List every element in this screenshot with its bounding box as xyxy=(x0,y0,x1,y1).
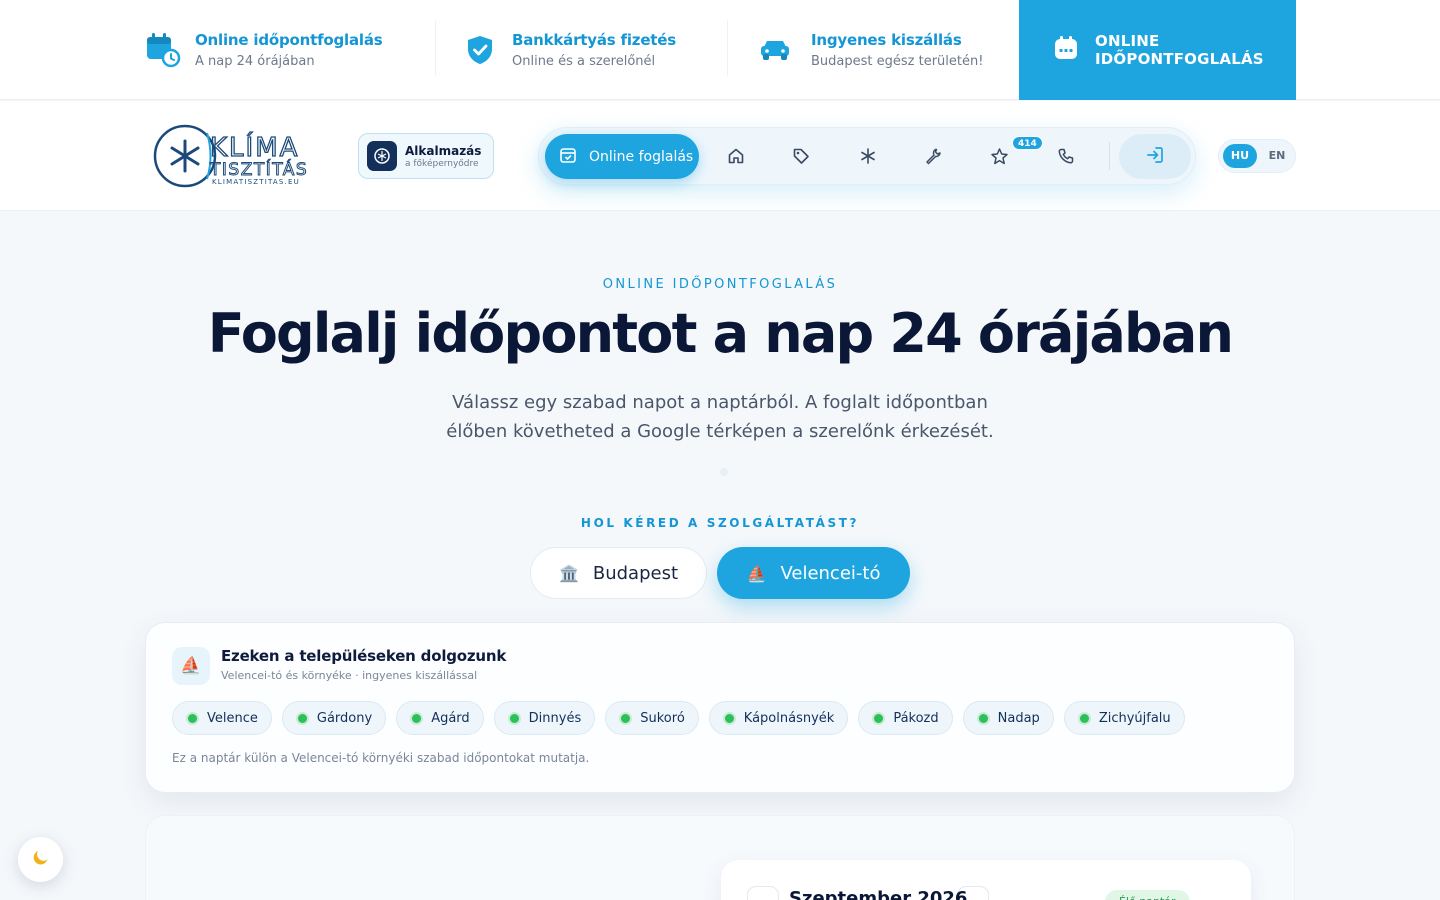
calendar-icon xyxy=(559,146,577,168)
divider xyxy=(1109,142,1110,170)
hero-title: Foglalj időpontot a nap 24 órájában xyxy=(207,302,1234,365)
town-name: Nadap xyxy=(997,710,1040,726)
town-chip: Nadap xyxy=(962,701,1054,735)
available-dot-icon xyxy=(1077,711,1091,725)
calendar-month-title: Szeptember 2026 xyxy=(789,888,968,900)
main-navigation: KLÍMA TISZTÍTÁS KLIMATISZTITAS.EU Alkalm… xyxy=(0,101,1440,211)
feature-free-delivery: Ingyenes kiszállás Budapest egész terüle… xyxy=(757,0,983,100)
site-logo[interactable]: KLÍMA TISZTÍTÁS KLIMATISZTITAS.EU xyxy=(152,123,330,189)
lang-en-button[interactable]: EN xyxy=(1263,144,1291,168)
available-dot-icon xyxy=(976,711,990,725)
shield-check-icon xyxy=(462,32,498,68)
app-subtitle: a főképernyődre xyxy=(405,158,479,169)
lang-hu-button[interactable]: HU xyxy=(1223,144,1257,168)
feature-online-booking: Online időpontfoglalás A nap 24 órájában xyxy=(145,0,383,100)
feature-title: Ingyenes kiszállás xyxy=(811,31,962,49)
available-dot-icon xyxy=(619,711,633,725)
card-subtitle: Velencei-tó és környéke · ingyenes kiszá… xyxy=(221,669,478,682)
available-dot-icon xyxy=(872,711,886,725)
town-chip: Agárd xyxy=(396,701,484,735)
feature-title: Online időpontfoglalás xyxy=(195,31,383,49)
wrench-icon[interactable] xyxy=(922,145,944,167)
svg-text:KLÍMA: KLÍMA xyxy=(210,131,299,163)
feature-subtitle: A nap 24 órájában xyxy=(195,54,315,69)
town-chip: Kápolnásnyék xyxy=(708,701,849,735)
town-chip: Zichyújfalu xyxy=(1063,701,1185,735)
calendar-icon xyxy=(1053,35,1079,65)
home-icon[interactable] xyxy=(725,145,747,167)
prev-month-button[interactable] xyxy=(747,886,779,900)
top-info-bar: Online időpontfoglalás A nap 24 órájában… xyxy=(0,0,1440,100)
top-booking-cta[interactable]: ONLINE IDŐPONTFOGLALÁS xyxy=(1019,0,1296,100)
available-dot-icon xyxy=(507,711,521,725)
sailboat-icon: ⛵ xyxy=(172,647,210,685)
card-title: Ezeken a településeken dolgozunk xyxy=(221,647,507,665)
town-name: Gárdony xyxy=(316,710,373,726)
hero-subtitle: Válassz egy szabad napot a naptárból. A … xyxy=(446,392,994,442)
calendar-status-badge: Élő naptár xyxy=(1105,890,1190,900)
service-area-card: ⛵ Ezeken a településeken dolgozunk Velen… xyxy=(145,622,1295,793)
moon-icon xyxy=(31,847,51,872)
feature-subtitle: Budapest egész területén! xyxy=(811,54,984,69)
available-dot-icon xyxy=(410,711,424,725)
town-chip-list: Velence Gárdony Agárd Dinnyés Sukoró Káp… xyxy=(172,701,1195,735)
cta-line-2: IDŐPONTFOGLALÁS xyxy=(1095,50,1264,68)
login-button[interactable] xyxy=(1119,134,1191,179)
online-booking-label: Online foglalás xyxy=(589,148,694,165)
town-chip: Gárdony xyxy=(281,701,387,735)
location-velence-label: Velencei-tó xyxy=(780,562,881,584)
town-name: Agárd xyxy=(431,710,470,726)
town-chip: Velence xyxy=(172,701,272,735)
feature-subtitle: Online és a szerelőnél xyxy=(512,54,656,69)
decorative-dot xyxy=(720,468,728,476)
town-name: Sukoró xyxy=(640,710,685,726)
card-note: Ez a naptár külön a Velencei-tó környéki… xyxy=(172,751,590,765)
svg-text:KLIMATISZTITAS.EU: KLIMATISZTITAS.EU xyxy=(212,178,300,186)
theme-toggle-button[interactable] xyxy=(18,837,63,882)
divider xyxy=(435,20,436,76)
feature-title: Bankkártyás fizetés xyxy=(512,31,676,49)
town-name: Zichyújfalu xyxy=(1098,710,1171,726)
location-velence-button[interactable]: ⛵ Velencei-tó xyxy=(717,547,910,599)
star-icon[interactable] xyxy=(988,145,1010,167)
cta-line-1: ONLINE xyxy=(1095,32,1160,50)
calendar-clock-icon xyxy=(145,32,181,68)
icon-nav-bar: Online foglalás 414 xyxy=(538,127,1196,185)
town-chip: Dinnyés xyxy=(493,701,596,735)
car-icon xyxy=(757,32,793,68)
app-logo-icon xyxy=(367,141,397,171)
phone-icon[interactable] xyxy=(1055,145,1077,167)
login-icon xyxy=(1145,145,1165,169)
town-chip: Pákozd xyxy=(858,701,953,735)
building-icon: 🏛️ xyxy=(558,563,579,583)
tag-icon[interactable] xyxy=(790,145,812,167)
feature-card-payment: Bankkártyás fizetés Online és a szerelőn… xyxy=(462,0,676,100)
snowflake-icon[interactable] xyxy=(857,145,879,167)
location-budapest-button[interactable]: 🏛️ Budapest xyxy=(530,547,707,599)
location-question: HOL KÉRED A SZOLGÁLTATÁST? xyxy=(580,516,860,530)
hero-eyebrow: ONLINE IDŐPONTFOGLALÁS xyxy=(602,277,838,292)
available-dot-icon xyxy=(722,711,736,725)
town-name: Velence xyxy=(207,710,258,726)
svg-text:TISZTÍTÁS: TISZTÍTÁS xyxy=(209,158,308,180)
town-name: Kápolnásnyék xyxy=(743,710,835,726)
install-app-button[interactable]: Alkalmazás a főképernyődre xyxy=(358,133,494,179)
town-name: Pákozd xyxy=(893,710,939,726)
reviews-count-badge: 414 xyxy=(1012,136,1043,150)
available-dot-icon xyxy=(295,711,309,725)
location-budapest-label: Budapest xyxy=(592,562,679,584)
sailboat-icon: ⛵ xyxy=(746,563,767,583)
available-dot-icon xyxy=(186,711,199,725)
divider xyxy=(727,20,728,76)
town-name: Dinnyés xyxy=(528,710,582,726)
online-booking-button[interactable]: Online foglalás xyxy=(545,134,699,179)
town-chip: Sukoró xyxy=(605,701,699,735)
language-switcher: HU EN xyxy=(1218,139,1296,173)
app-title: Alkalmazás xyxy=(405,143,482,158)
